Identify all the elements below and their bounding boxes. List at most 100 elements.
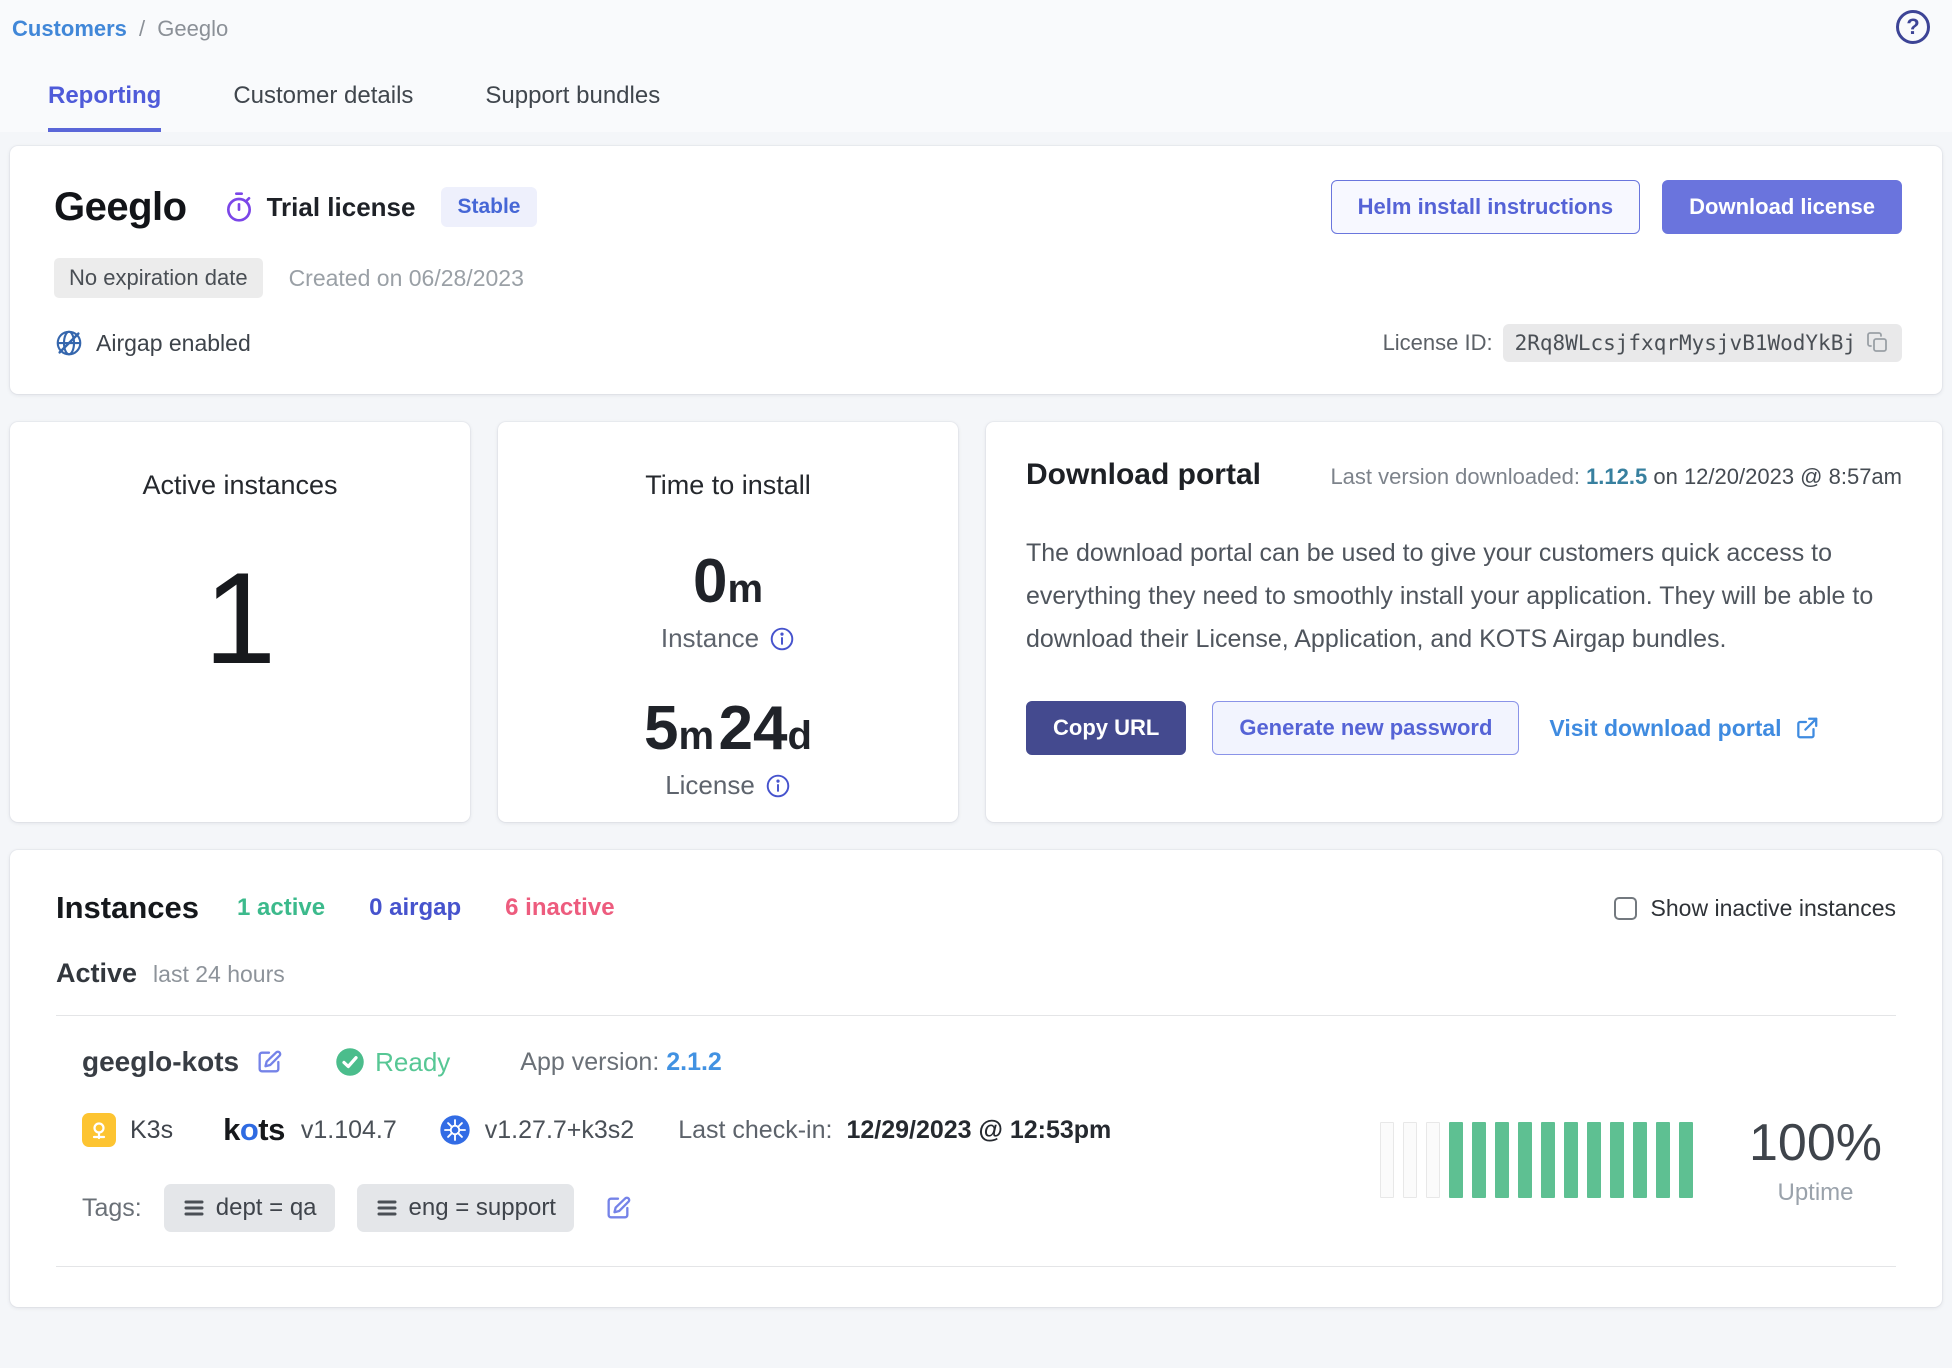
kots-logo: kots — [223, 1112, 285, 1148]
copy-icon[interactable] — [1866, 331, 1890, 355]
airgap-count[interactable]: 0 airgap — [369, 894, 461, 922]
app-version-label: App version: — [520, 1048, 659, 1076]
tab-bar: Reporting Customer details Support bundl… — [48, 82, 1938, 132]
breadcrumb-separator: / — [139, 16, 145, 41]
uptime-bar — [1633, 1122, 1647, 1198]
tag-pill: eng = support — [357, 1184, 574, 1232]
active-section-header: Active — [56, 958, 137, 989]
uptime-bar — [1403, 1122, 1417, 1198]
divider — [56, 1266, 1896, 1267]
edit-instance-name-icon[interactable] — [255, 1048, 283, 1076]
license-id-label: License ID: — [1383, 330, 1493, 356]
tag-text: eng = support — [409, 1194, 556, 1222]
uptime-bar — [1541, 1122, 1555, 1198]
created-date: Created on 06/28/2023 — [289, 265, 524, 292]
uptime-bar — [1656, 1122, 1670, 1198]
last-checkin-label: Last check-in: — [678, 1116, 832, 1145]
customer-name: Geeglo — [54, 185, 187, 230]
download-license-button[interactable]: Download license — [1662, 180, 1902, 234]
uptime-bar — [1610, 1122, 1624, 1198]
tag-pill: dept = qa — [164, 1184, 335, 1232]
time-to-install-title: Time to install — [645, 470, 811, 501]
uptime-bar — [1449, 1122, 1463, 1198]
trial-timer-icon — [223, 191, 255, 223]
generate-password-button[interactable]: Generate new password — [1212, 701, 1519, 755]
download-portal-description: The download portal can be used to give … — [1026, 532, 1902, 661]
active-instances-title: Active instances — [142, 470, 337, 501]
uptime-bar — [1495, 1122, 1509, 1198]
instance-install-time: 0m — [693, 551, 763, 613]
license-install-time: 5m 24d — [644, 698, 812, 760]
license-type: Trial license — [223, 191, 416, 223]
instance-status-label: Ready — [375, 1047, 450, 1078]
active-count[interactable]: 1 active — [237, 894, 325, 922]
show-inactive-checkbox[interactable] — [1614, 897, 1637, 920]
instance-time-label: Instance — [661, 623, 759, 654]
instance-name: geeglo-kots — [82, 1046, 239, 1078]
channel-badge: Stable — [441, 187, 536, 227]
time-to-install-card: Time to install 0m Instance 5m 24d Licen… — [498, 422, 958, 822]
last-version-downloaded: Last version downloaded: 1.12.5 on 12/20… — [1330, 464, 1902, 490]
tab-customer-details[interactable]: Customer details — [233, 82, 413, 132]
license-type-label: Trial license — [267, 192, 416, 223]
copy-url-button[interactable]: Copy URL — [1026, 701, 1186, 755]
last-checkin-value: 12/29/2023 @ 12:53pm — [846, 1116, 1111, 1145]
distro-label: K3s — [130, 1116, 173, 1145]
license-id-value: 2Rq8WLcsjfxqrMysjvB1WodYkBj — [1515, 331, 1856, 355]
external-link-icon — [1794, 715, 1820, 741]
instance-info-icon[interactable] — [769, 626, 795, 652]
visit-download-portal-link[interactable]: Visit download portal — [1549, 715, 1819, 742]
customer-summary-card: Geeglo Trial license Stable Helm install… — [10, 146, 1942, 394]
airgap-status: Airgap enabled — [54, 328, 251, 358]
instance-row: geeglo-kots Ready — [56, 1016, 1896, 1232]
inactive-count[interactable]: 6 inactive — [505, 894, 614, 922]
download-portal-card: Download portal Last version downloaded:… — [986, 422, 1942, 822]
ready-check-icon — [335, 1047, 365, 1077]
active-section-period: last 24 hours — [153, 961, 285, 988]
license-info-icon[interactable] — [765, 773, 791, 799]
expiration-badge: No expiration date — [54, 258, 263, 298]
uptime-bars — [1380, 1122, 1693, 1198]
k8s-version: v1.27.7+k3s2 — [485, 1116, 634, 1145]
license-id-pill: 2Rq8WLcsjfxqrMysjvB1WodYkBj — [1503, 324, 1902, 362]
active-instances-card: Active instances 1 — [10, 422, 470, 822]
uptime-bar — [1587, 1122, 1601, 1198]
kubernetes-icon — [439, 1114, 471, 1146]
license-time-label: License — [665, 770, 755, 801]
uptime-bar — [1380, 1122, 1394, 1198]
breadcrumb-customers-link[interactable]: Customers — [12, 16, 127, 41]
uptime-bar — [1518, 1122, 1532, 1198]
uptime-percentage: 100% — [1749, 1113, 1882, 1173]
uptime-bar — [1472, 1122, 1486, 1198]
tag-text: dept = qa — [216, 1194, 317, 1222]
uptime-bar — [1426, 1122, 1440, 1198]
tab-support-bundles[interactable]: Support bundles — [485, 82, 660, 132]
breadcrumb: Customers / Geeglo — [12, 16, 1938, 42]
stats-row: Active instances 1 Time to install 0m In… — [10, 422, 1942, 822]
download-portal-title: Download portal — [1026, 458, 1261, 492]
tag-icon — [182, 1196, 206, 1220]
uptime-bar — [1564, 1122, 1578, 1198]
k3s-icon — [82, 1113, 116, 1147]
helm-install-instructions-button[interactable]: Helm install instructions — [1331, 180, 1641, 234]
instances-title: Instances — [56, 890, 199, 926]
airgap-label: Airgap enabled — [96, 330, 251, 357]
kots-version: v1.104.7 — [301, 1116, 397, 1145]
version-link[interactable]: 1.12.5 — [1586, 464, 1647, 489]
instances-card: Instances 1 active 0 airgap 6 inactive S… — [10, 850, 1942, 1307]
page-header: Customers / Geeglo ? Reporting Customer … — [0, 0, 1952, 132]
show-inactive-label: Show inactive instances — [1651, 895, 1896, 922]
tag-icon — [375, 1196, 399, 1220]
uptime-label: Uptime — [1749, 1179, 1882, 1207]
active-instances-value: 1 — [204, 553, 276, 683]
uptime-bar — [1679, 1122, 1693, 1198]
tab-reporting[interactable]: Reporting — [48, 82, 161, 132]
tags-label: Tags: — [82, 1194, 142, 1223]
instance-status: Ready — [335, 1047, 450, 1078]
breadcrumb-current: Geeglo — [157, 16, 228, 41]
show-inactive-toggle[interactable]: Show inactive instances — [1614, 895, 1896, 922]
edit-tags-icon[interactable] — [604, 1194, 632, 1222]
airgap-globe-icon — [54, 328, 84, 358]
app-version-link[interactable]: 2.1.2 — [666, 1048, 722, 1076]
help-icon[interactable]: ? — [1896, 10, 1930, 44]
